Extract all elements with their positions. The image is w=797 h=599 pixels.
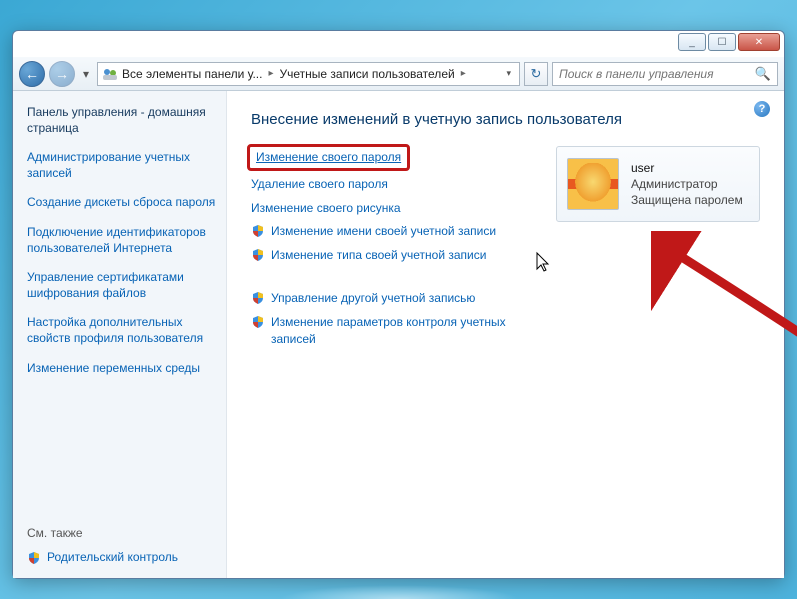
arrow-left-icon: ←: [25, 66, 39, 82]
page-title: Внесение изменений в учетную запись поль…: [251, 111, 760, 128]
user-info-box: user Администратор Защищена паролем: [556, 146, 760, 222]
user-protection: Защищена паролем: [631, 192, 743, 208]
action-group-secondary: Управление другой учетной записью Измене…: [251, 290, 532, 347]
window-control-group: _ ☐ ✕: [678, 33, 780, 51]
minimize-icon: _: [689, 37, 695, 48]
see-also-heading: См. также: [27, 526, 216, 540]
forward-button[interactable]: →: [49, 61, 75, 87]
action-change-name[interactable]: Изменение имени своей учетной записи: [251, 223, 532, 240]
action-label: Изменение имени своей учетной записи: [271, 223, 496, 240]
breadcrumb-separator[interactable]: ▸: [266, 68, 275, 79]
action-manage-other[interactable]: Управление другой учетной записью: [251, 290, 532, 307]
maximize-icon: ☐: [718, 37, 727, 48]
sidebar-item-certificates[interactable]: Управление сертификатами шифрования файл…: [27, 270, 216, 301]
breadcrumb-segment-2[interactable]: Учетные записи пользователей: [280, 67, 455, 81]
back-button[interactable]: ←: [19, 61, 45, 87]
action-delete-password[interactable]: Удаление своего пароля: [251, 176, 532, 193]
sidebar-item-admin-accounts[interactable]: Администрирование учетных записей: [27, 150, 216, 181]
maximize-button[interactable]: ☐: [708, 33, 736, 51]
action-label: Изменение своего пароля: [256, 149, 401, 166]
search-input[interactable]: [559, 67, 749, 81]
action-links: Изменение своего пароля Удаление своего …: [251, 146, 532, 354]
username: user: [631, 160, 743, 176]
close-icon: ✕: [755, 37, 763, 48]
user-info-text: user Администратор Защищена паролем: [631, 160, 743, 209]
action-change-picture[interactable]: Изменение своего рисунка: [251, 200, 532, 217]
content-row: Изменение своего пароля Удаление своего …: [251, 146, 760, 354]
sidebar-footer: См. также Родительский контроль: [27, 526, 216, 566]
address-bar[interactable]: Все элементы панели у... ▸ Учетные запис…: [97, 62, 520, 86]
shield-icon: [251, 248, 265, 262]
user-role: Администратор: [631, 176, 743, 192]
main-panel: ? Внесение изменений в учетную запись по…: [227, 91, 784, 578]
action-label: Изменение типа своей учетной записи: [271, 247, 486, 264]
arrow-right-icon: →: [55, 66, 69, 82]
avatar: [567, 158, 619, 210]
control-panel-window: _ ☐ ✕ ← → ▾ Все элементы панели у... ▸ У…: [12, 30, 785, 579]
sidebar: Панель управления - домашняя страница Ад…: [13, 91, 227, 578]
sidebar-item-reset-disk[interactable]: Создание дискеты сброса пароля: [27, 195, 216, 211]
search-bar[interactable]: 🔍: [552, 62, 778, 86]
sidebar-heading[interactable]: Панель управления - домашняя страница: [27, 105, 216, 136]
action-label: Удаление своего пароля: [251, 176, 388, 193]
shield-icon: [251, 291, 265, 305]
action-change-type[interactable]: Изменение типа своей учетной записи: [251, 247, 532, 264]
chevron-down-icon: ▾: [83, 67, 89, 81]
breadcrumb-separator[interactable]: ▸: [459, 68, 468, 79]
nav-history-dropdown[interactable]: ▾: [79, 63, 93, 85]
action-label: Управление другой учетной записью: [271, 290, 475, 307]
help-icon: ?: [759, 103, 766, 115]
action-label: Изменение параметров контроля учетных за…: [271, 314, 532, 348]
refresh-icon: ↻: [531, 66, 542, 82]
sidebar-item-profile-props[interactable]: Настройка дополнительных свойств профиля…: [27, 315, 216, 346]
sidebar-item-parental[interactable]: Родительский контроль: [27, 550, 216, 566]
close-button[interactable]: ✕: [738, 33, 780, 51]
highlighted-action: Изменение своего пароля: [247, 144, 410, 171]
user-accounts-icon: [102, 66, 118, 82]
navigation-bar: ← → ▾ Все элементы панели у... ▸ Учетные…: [13, 57, 784, 91]
search-icon: 🔍: [755, 66, 771, 82]
action-label: Изменение своего рисунка: [251, 200, 401, 217]
window-body: Панель управления - домашняя страница Ад…: [13, 91, 784, 578]
sidebar-item-env-vars[interactable]: Изменение переменных среды: [27, 361, 216, 377]
shield-icon: [27, 551, 41, 565]
help-button[interactable]: ?: [754, 101, 770, 117]
parental-control-label: Родительский контроль: [47, 550, 178, 566]
titlebar: _ ☐ ✕: [13, 31, 784, 57]
shield-icon: [251, 315, 265, 329]
breadcrumb-segment-1[interactable]: Все элементы панели у...: [122, 67, 262, 81]
minimize-button[interactable]: _: [678, 33, 706, 51]
action-change-password[interactable]: Изменение своего пароля: [256, 149, 401, 166]
taskbar-glow: [279, 585, 519, 599]
shield-icon: [251, 224, 265, 238]
refresh-button[interactable]: ↻: [524, 62, 548, 86]
address-dropdown[interactable]: ▾: [502, 68, 515, 79]
sidebar-item-online-ids[interactable]: Подключение идентификаторов пользователе…: [27, 225, 216, 256]
action-uac-settings[interactable]: Изменение параметров контроля учетных за…: [251, 314, 532, 348]
